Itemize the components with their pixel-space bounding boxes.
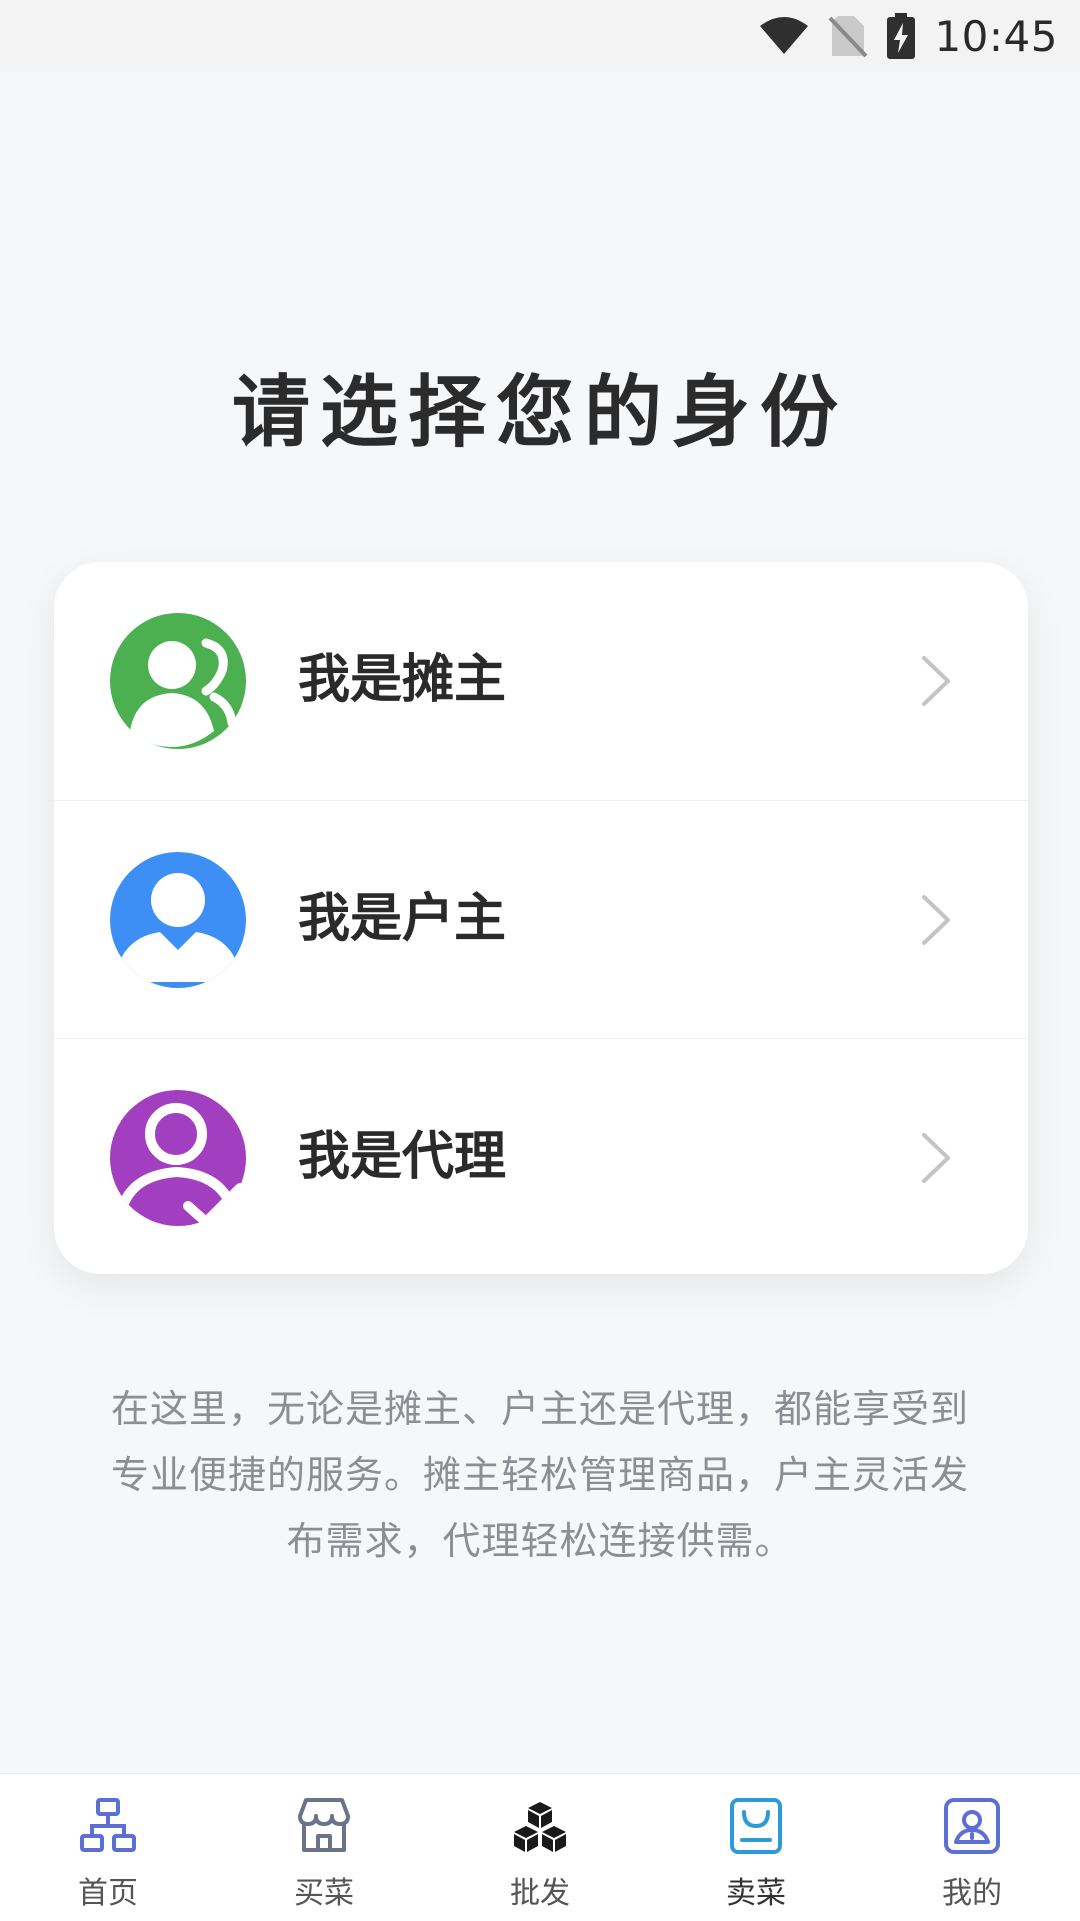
- role-option-agent[interactable]: 我是代理: [54, 1038, 1028, 1274]
- store-icon: [298, 1798, 350, 1852]
- nav-item-buy[interactable]: 买菜: [216, 1774, 432, 1921]
- home-network-icon: [80, 1798, 136, 1852]
- nav-item-sell[interactable]: 卖菜: [648, 1774, 864, 1921]
- nav-label-buy: 买菜: [294, 1876, 354, 1911]
- householder-avatar-icon: [110, 852, 246, 988]
- description-text: 在这里，无论是摊主、户主还是代理，都能享受到专业便捷的服务。摊主轻松管理商品，户…: [110, 1387, 969, 1563]
- nav-item-home[interactable]: 首页: [0, 1774, 216, 1921]
- nav-label-mine: 我的: [942, 1876, 1002, 1911]
- status-bar: 10:45: [0, 0, 1080, 72]
- role-option-vendor[interactable]: 我是摊主: [54, 562, 1028, 799]
- nav-label-wholesale: 批发: [510, 1876, 570, 1911]
- nav-item-mine[interactable]: 我的: [864, 1774, 1080, 1921]
- chevron-right-icon: [922, 895, 950, 945]
- role-option-householder[interactable]: 我是户主: [54, 800, 1028, 1037]
- user-profile-icon: [944, 1798, 1000, 1854]
- role-selection-card: 我是摊主 我是户主 我是代理: [54, 562, 1028, 1274]
- battery-charging-icon: [886, 13, 916, 59]
- wifi-icon: [758, 16, 810, 56]
- role-label-vendor: 我是摊主: [298, 650, 507, 710]
- bag-icon: [730, 1798, 782, 1854]
- nav-label-sell: 卖菜: [726, 1876, 786, 1911]
- boxes-icon: [514, 1802, 566, 1852]
- vendor-avatar-icon: [110, 613, 246, 749]
- role-label-householder: 我是户主: [298, 889, 507, 949]
- page-title: 请选择您的身份: [231, 368, 848, 458]
- agent-avatar-icon: [110, 1090, 246, 1226]
- chevron-right-icon: [922, 1133, 950, 1183]
- no-sim-icon: [828, 14, 868, 58]
- nav-item-wholesale[interactable]: 批发: [432, 1774, 648, 1921]
- role-label-agent: 我是代理: [298, 1127, 507, 1187]
- status-time: 10:45: [934, 11, 1058, 61]
- chevron-right-icon: [922, 656, 950, 706]
- nav-label-home: 首页: [78, 1876, 138, 1911]
- bottom-nav: 首页 买菜 批发 卖菜 我的: [0, 1773, 1080, 1921]
